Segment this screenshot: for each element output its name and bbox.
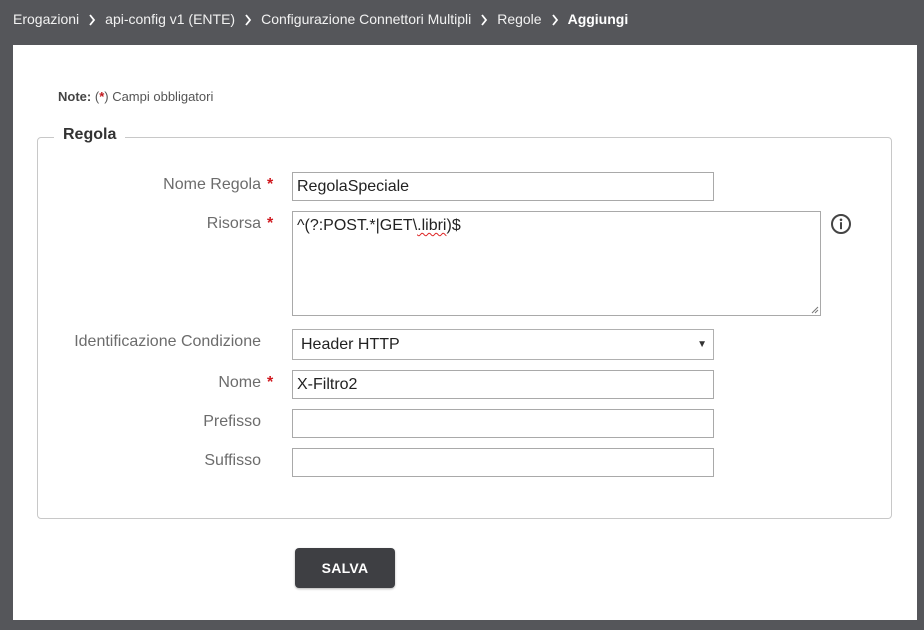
required-fields-note: Note: (*) Campi obbligatori bbox=[58, 89, 213, 104]
identificazione-condizione-select[interactable]: Header HTTP ▼ bbox=[292, 329, 714, 360]
dropdown-arrow-icon: ▼ bbox=[697, 339, 707, 350]
regola-fieldset: Regola Nome Regola * RegolaSpeciale Riso… bbox=[37, 126, 892, 519]
prefisso-label: Prefisso bbox=[203, 413, 261, 430]
chevron-right-icon bbox=[471, 11, 497, 27]
chevron-right-icon bbox=[542, 11, 568, 27]
chevron-right-icon bbox=[235, 11, 261, 27]
resize-grip-icon[interactable] bbox=[810, 305, 819, 314]
breadcrumb-regole[interactable]: Regole bbox=[497, 11, 541, 27]
note-label: Note: bbox=[58, 89, 92, 104]
fieldset-legend: Regola bbox=[54, 126, 126, 144]
required-mark: * bbox=[267, 215, 274, 232]
chevron-right-icon bbox=[79, 11, 105, 27]
nome-label: Nome bbox=[218, 374, 261, 391]
suffisso-input[interactable] bbox=[292, 448, 714, 477]
nome-regola-label: Nome Regola bbox=[163, 176, 261, 193]
breadcrumb-api-config[interactable]: api-config v1 (ENTE) bbox=[105, 11, 235, 27]
breadcrumb: Erogazioni api-config v1 (ENTE) Configur… bbox=[13, 0, 628, 38]
risorsa-label: Risorsa bbox=[206, 215, 261, 232]
required-mark: * bbox=[267, 374, 274, 391]
risorsa-textarea[interactable]: ^(?:POST.*|GET\.libri)$ bbox=[292, 211, 821, 316]
breadcrumb-current: Aggiungi bbox=[567, 11, 629, 27]
main-panel: Note: (*) Campi obbligatori Regola Nome … bbox=[13, 45, 917, 620]
risorsa-value-suffix: )$ bbox=[446, 217, 461, 234]
info-icon[interactable] bbox=[830, 213, 852, 235]
nome-regola-input[interactable]: RegolaSpeciale bbox=[292, 172, 714, 201]
nome-input[interactable]: X-Filtro2 bbox=[292, 370, 714, 399]
risorsa-value-prefix: ^(?:POST.*|GET\ bbox=[297, 217, 418, 234]
required-mark: * bbox=[267, 176, 274, 193]
breadcrumb-erogazioni[interactable]: Erogazioni bbox=[13, 11, 79, 27]
identificazione-selected-value: Header HTTP bbox=[301, 336, 400, 353]
spellcheck-error: .libri bbox=[417, 217, 447, 234]
note-text: ) Campi obbligatori bbox=[104, 89, 214, 104]
identificazione-condizione-label: Identificazione Condizione bbox=[74, 333, 261, 350]
save-button[interactable]: SALVA bbox=[295, 548, 395, 588]
prefisso-input[interactable] bbox=[292, 409, 714, 438]
suffisso-label: Suffisso bbox=[204, 452, 261, 469]
breadcrumb-connettori-multipli[interactable]: Configurazione Connettori Multipli bbox=[261, 11, 471, 27]
